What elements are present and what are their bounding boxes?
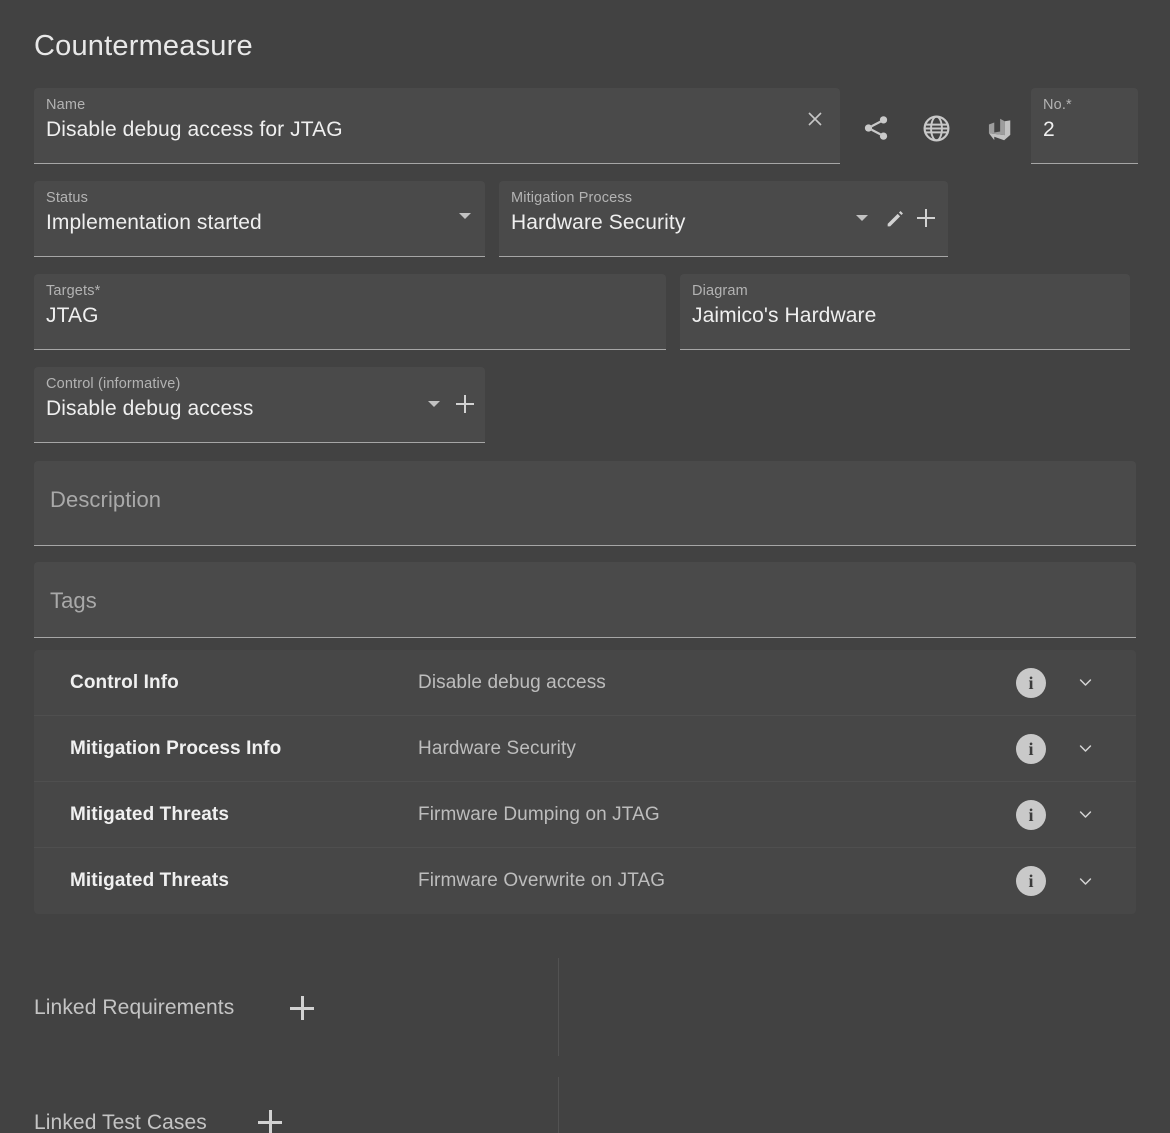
share-icon[interactable]: [858, 110, 894, 146]
info-row-key: Mitigated Threats: [70, 803, 229, 825]
targets-field[interactable]: Targets* JTAG: [34, 274, 666, 350]
name-field[interactable]: Name Disable debug access for JTAG: [34, 88, 840, 164]
info-icon[interactable]: i: [1016, 799, 1046, 830]
chevron-down-icon[interactable]: [1077, 806, 1094, 823]
info-row-key: Mitigation Process Info: [70, 737, 282, 759]
number-field-label: No.*: [1043, 97, 1072, 113]
countermeasure-detail-page: Countermeasure Name Disable debug access…: [0, 0, 1170, 1133]
number-field[interactable]: No.* 2: [1031, 88, 1138, 164]
globe-icon[interactable]: [918, 110, 954, 146]
table-row[interactable]: Mitigation Process Info Hardware Securit…: [34, 716, 1136, 782]
info-row-key: Mitigated Threats: [70, 870, 229, 891]
section-divider-requirements: [558, 958, 559, 1056]
control-label: Control (informative): [46, 376, 181, 392]
linked-test-cases-title: Linked Test Cases: [34, 1111, 207, 1133]
info-icon[interactable]: i: [1016, 667, 1046, 698]
table-row[interactable]: Mitigated Threats Firmware Overwrite on …: [34, 848, 1136, 914]
section-divider-test-cases: [558, 1077, 559, 1133]
targets-value: JTAG: [46, 304, 99, 327]
table-row[interactable]: Control Info Disable debug access i: [34, 650, 1136, 716]
chevron-down-icon[interactable]: [856, 215, 868, 221]
table-row[interactable]: Mitigated Threats Firmware Dumping on JT…: [34, 782, 1136, 848]
targets-label: Targets*: [46, 283, 101, 299]
info-row-value: Firmware Dumping on JTAG: [418, 803, 660, 825]
info-row-value: Firmware Overwrite on JTAG: [418, 870, 666, 891]
linked-requirements-title: Linked Requirements: [34, 996, 235, 1019]
chevron-down-icon[interactable]: [1077, 740, 1094, 757]
control-value: Disable debug access: [46, 397, 254, 420]
tags-placeholder: Tags: [50, 588, 97, 613]
name-field-value: Disable debug access for JTAG: [46, 118, 343, 141]
chevron-down-icon[interactable]: [1077, 674, 1094, 691]
number-field-value: 2: [1043, 118, 1055, 141]
chevron-down-icon[interactable]: [428, 401, 440, 407]
mitigation-process-select[interactable]: Mitigation Process Hardware Security: [499, 181, 948, 257]
description-placeholder: Description: [50, 487, 162, 512]
description-textarea[interactable]: Description: [34, 461, 1136, 546]
info-row-value: Disable debug access: [418, 671, 606, 693]
diagram-value: Jaimico's Hardware: [692, 304, 877, 327]
info-row-key: Control Info: [70, 671, 179, 693]
diagram-label: Diagram: [692, 283, 748, 299]
status-value: Implementation started: [46, 211, 262, 234]
add-mitigation-process-icon[interactable]: [917, 209, 935, 227]
control-select[interactable]: Control (informative) Disable debug acce…: [34, 367, 485, 443]
add-control-icon[interactable]: [456, 395, 474, 413]
mitigation-process-label: Mitigation Process: [511, 190, 633, 206]
azure-devops-icon[interactable]: [980, 110, 1016, 146]
info-row-value: Hardware Security: [418, 737, 576, 759]
close-icon[interactable]: [798, 102, 832, 136]
chevron-down-icon[interactable]: [459, 213, 471, 219]
diagram-field[interactable]: Diagram Jaimico's Hardware: [680, 274, 1130, 350]
status-label: Status: [46, 190, 89, 206]
info-icon[interactable]: i: [1016, 866, 1046, 896]
mitigation-process-value: Hardware Security: [511, 211, 686, 234]
chevron-down-icon[interactable]: [1077, 873, 1094, 890]
edit-pencil-icon[interactable]: [883, 207, 907, 231]
info-icon[interactable]: i: [1016, 733, 1046, 764]
tags-input[interactable]: Tags: [34, 562, 1136, 638]
status-select[interactable]: Status Implementation started: [34, 181, 485, 257]
name-field-label: Name: [46, 97, 86, 113]
info-list-panel: Control Info Disable debug access i Miti…: [34, 650, 1136, 914]
page-title: Countermeasure: [34, 30, 253, 62]
